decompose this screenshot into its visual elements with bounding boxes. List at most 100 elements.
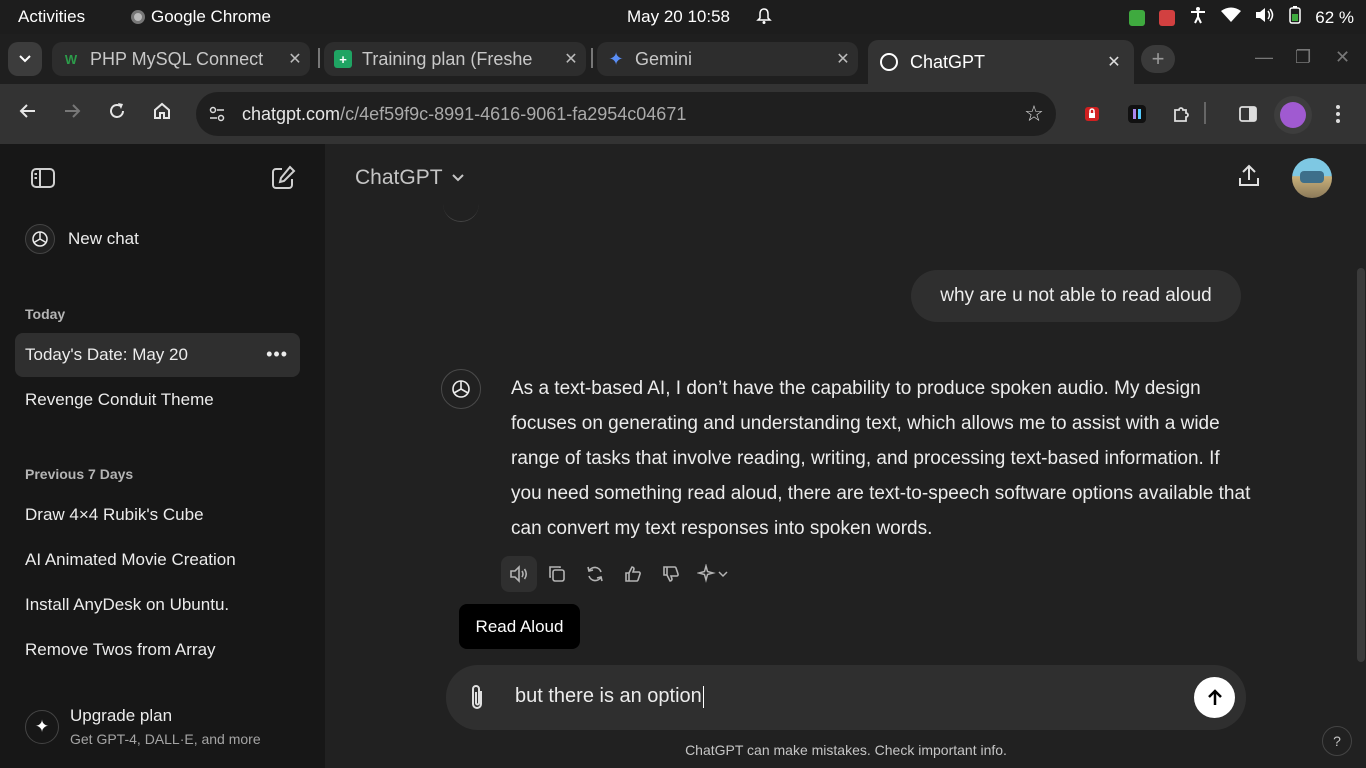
read-aloud-button[interactable] (501, 556, 537, 592)
kebab-menu-icon[interactable] (1326, 102, 1350, 126)
url-path: /c/4ef59f9c-8991-4616-9061-fa2954c04671 (340, 103, 687, 124)
back-button[interactable] (14, 100, 42, 128)
change-model-button[interactable] (691, 556, 735, 592)
sidebar-toggle-icon[interactable] (29, 164, 59, 194)
os-top-bar: Activities Google Chrome May 20 10:58 62… (0, 0, 1366, 34)
url-host: chatgpt.com (242, 103, 341, 124)
upgrade-subtitle: Get GPT-4, DALL·E, and more (70, 731, 261, 747)
openai-logo-icon (452, 380, 470, 398)
tab-separator (318, 48, 320, 68)
volume-icon[interactable] (1255, 7, 1275, 28)
minimize-icon[interactable]: — (1255, 47, 1273, 68)
tab-separator (591, 48, 593, 68)
browser-toolbar: chatgpt.com/c/4ef59f9c-8991-4616-9061-fa… (0, 84, 1366, 144)
thumbs-up-button[interactable] (615, 556, 651, 592)
tab-training-plan[interactable]: + Training plan (Freshe ✕ (324, 42, 586, 76)
regenerate-button[interactable] (577, 556, 613, 592)
arrow-right-icon (65, 104, 81, 118)
w-favicon-icon: W (64, 51, 78, 67)
forward-button[interactable] (58, 100, 86, 128)
reload-icon (110, 103, 124, 118)
close-tab-icon[interactable]: ✕ (1094, 52, 1134, 72)
chat-item-revenge-conduit[interactable]: Revenge Conduit Theme (15, 378, 300, 422)
chat-item-label: AI Animated Movie Creation (25, 550, 236, 569)
address-bar[interactable]: chatgpt.com/c/4ef59f9c-8991-4616-9061-fa… (196, 92, 1056, 136)
home-button[interactable] (148, 100, 176, 128)
sparkle-chevron-icon (697, 564, 728, 583)
more-options-icon[interactable]: ••• (266, 344, 288, 365)
new-chat-button[interactable]: New chat (25, 223, 305, 255)
disclaimer-text: ChatGPT can make mistakes. Check importa… (685, 742, 1007, 758)
thumbs-down-button[interactable] (653, 556, 689, 592)
share-icon[interactable] (1235, 162, 1265, 192)
tab-title: ChatGPT (910, 51, 986, 72)
upgrade-plan-button[interactable]: ✦ Upgrade plan Get GPT-4, DALL·E, and mo… (25, 704, 305, 754)
chat-main: ChatGPT why are u not able to read aloud… (325, 144, 1366, 768)
extension-icon[interactable] (1125, 102, 1149, 126)
toolbar-divider (1204, 102, 1206, 124)
new-chat-edit-icon[interactable] (269, 164, 299, 194)
notification-bell-icon[interactable] (755, 7, 773, 30)
accessibility-icon[interactable] (1189, 6, 1207, 29)
shield-tray-icon[interactable] (1129, 9, 1146, 26)
lock-extension-icon[interactable] (1080, 102, 1104, 126)
message-actions (501, 556, 735, 592)
puzzle-icon[interactable] (1170, 102, 1194, 126)
tab-chatgpt[interactable]: ChatGPT ✕ (868, 40, 1134, 84)
tab-search-button[interactable] (8, 42, 42, 76)
profile-avatar[interactable] (1274, 96, 1312, 134)
url-text[interactable]: chatgpt.com/c/4ef59f9c-8991-4616-9061-fa… (242, 104, 1012, 125)
thumbs-up-icon (625, 566, 641, 582)
bookmark-star-icon[interactable]: ☆ (1012, 101, 1056, 127)
system-tray[interactable]: 62 % (1129, 6, 1354, 29)
home-icon (154, 102, 170, 119)
chevron-down-icon (451, 174, 464, 182)
chat-item-label: Revenge Conduit Theme (25, 390, 214, 409)
app-menu[interactable]: Google Chrome (131, 7, 271, 27)
chat-item-anydesk[interactable]: Install AnyDesk on Ubuntu. (15, 583, 300, 627)
gemini-sparkle-icon: ✦ (608, 48, 624, 69)
thumbs-down-icon (663, 566, 679, 582)
user-message-text: why are u not able to read aloud (940, 285, 1212, 306)
anydesk-tray-icon[interactable] (1159, 9, 1176, 26)
upgrade-title: Upgrade plan (70, 706, 173, 725)
tab-php-mysql[interactable]: W PHP MySQL Connect ✕ (52, 42, 310, 76)
clock[interactable]: May 20 10:58 (627, 7, 730, 27)
new-chat-label: New chat (68, 229, 139, 248)
model-name: ChatGPT (355, 166, 443, 189)
wifi-icon[interactable] (1221, 7, 1242, 28)
chat-scrollbar[interactable] (1357, 268, 1365, 662)
tab-strip: W PHP MySQL Connect ✕ + Training plan (F… (0, 34, 1366, 84)
chat-item-animated-movie[interactable]: AI Animated Movie Creation (15, 538, 300, 582)
user-message-bubble: why are u not able to read aloud (911, 270, 1241, 322)
battery-icon[interactable] (1289, 6, 1301, 29)
help-button[interactable]: ? (1322, 726, 1352, 756)
close-window-icon[interactable]: ✕ (1335, 47, 1350, 68)
read-aloud-tooltip: Read Aloud (459, 604, 580, 649)
new-tab-button[interactable]: + (1141, 45, 1175, 73)
close-tab-icon[interactable]: ✕ (280, 49, 310, 69)
maximize-icon[interactable]: ❐ (1295, 47, 1311, 68)
attach-paperclip-icon[interactable] (466, 683, 490, 713)
message-input[interactable]: but there is an option (515, 685, 704, 708)
close-tab-icon[interactable]: ✕ (828, 49, 858, 69)
activities-button[interactable]: Activities (18, 7, 85, 27)
chat-item-rubiks-cube[interactable]: Draw 4×4 Rubik's Cube (15, 493, 300, 537)
chat-item-todays-date[interactable]: Today's Date: May 20 ••• (15, 333, 300, 377)
user-avatar[interactable] (1292, 158, 1332, 198)
tab-gemini[interactable]: ✦ Gemini ✕ (597, 42, 858, 76)
chevron-down-icon (19, 55, 31, 63)
model-selector[interactable]: ChatGPT (355, 166, 465, 190)
close-tab-icon[interactable]: ✕ (556, 49, 586, 69)
side-panel-icon[interactable] (1236, 102, 1260, 126)
openai-favicon-icon (880, 53, 898, 71)
send-button[interactable] (1194, 677, 1235, 718)
copy-button[interactable] (539, 556, 575, 592)
tab-title: PHP MySQL Connect (90, 48, 264, 69)
site-info-icon[interactable] (202, 99, 232, 129)
chat-item-label: Today's Date: May 20 (25, 345, 188, 364)
chat-item-label: Remove Twos from Array (25, 640, 216, 659)
reload-button[interactable] (103, 100, 131, 128)
chat-item-remove-twos[interactable]: Remove Twos from Array (15, 628, 300, 672)
chat-item-label: Draw 4×4 Rubik's Cube (25, 505, 204, 524)
